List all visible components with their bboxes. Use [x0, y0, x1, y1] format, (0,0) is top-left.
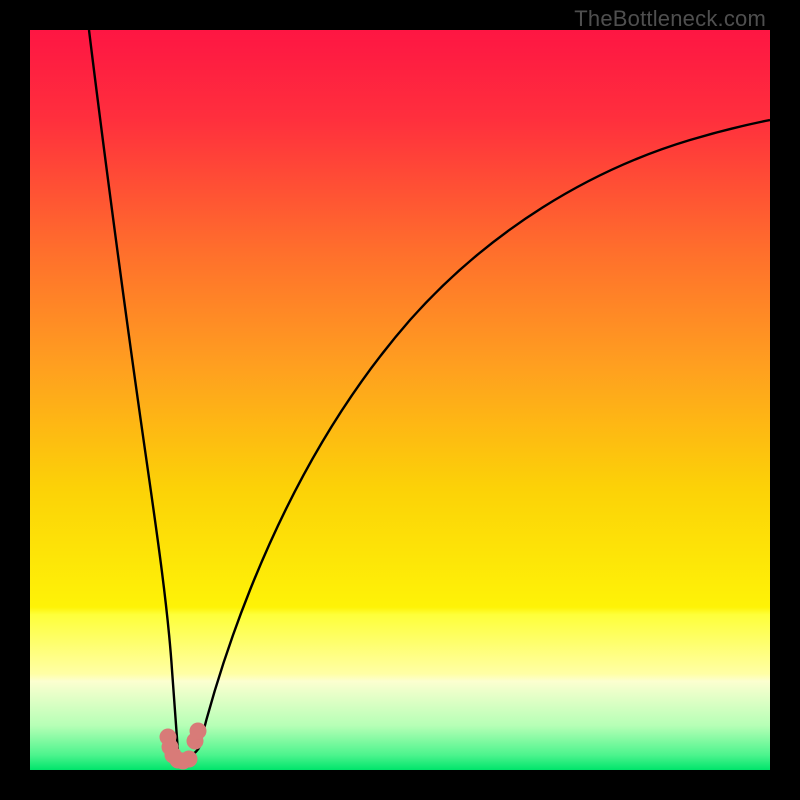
- chart-frame: TheBottleneck.com: [0, 0, 800, 800]
- bottleneck-curve: [30, 30, 770, 770]
- curve-right-branch: [199, 120, 770, 748]
- curve-left-branch: [89, 30, 178, 752]
- marker-dot: [190, 723, 207, 740]
- plot-area: [30, 30, 770, 770]
- marker-dot: [181, 751, 198, 768]
- watermark-text: TheBottleneck.com: [574, 6, 766, 32]
- vertex-marker-group: [160, 723, 207, 770]
